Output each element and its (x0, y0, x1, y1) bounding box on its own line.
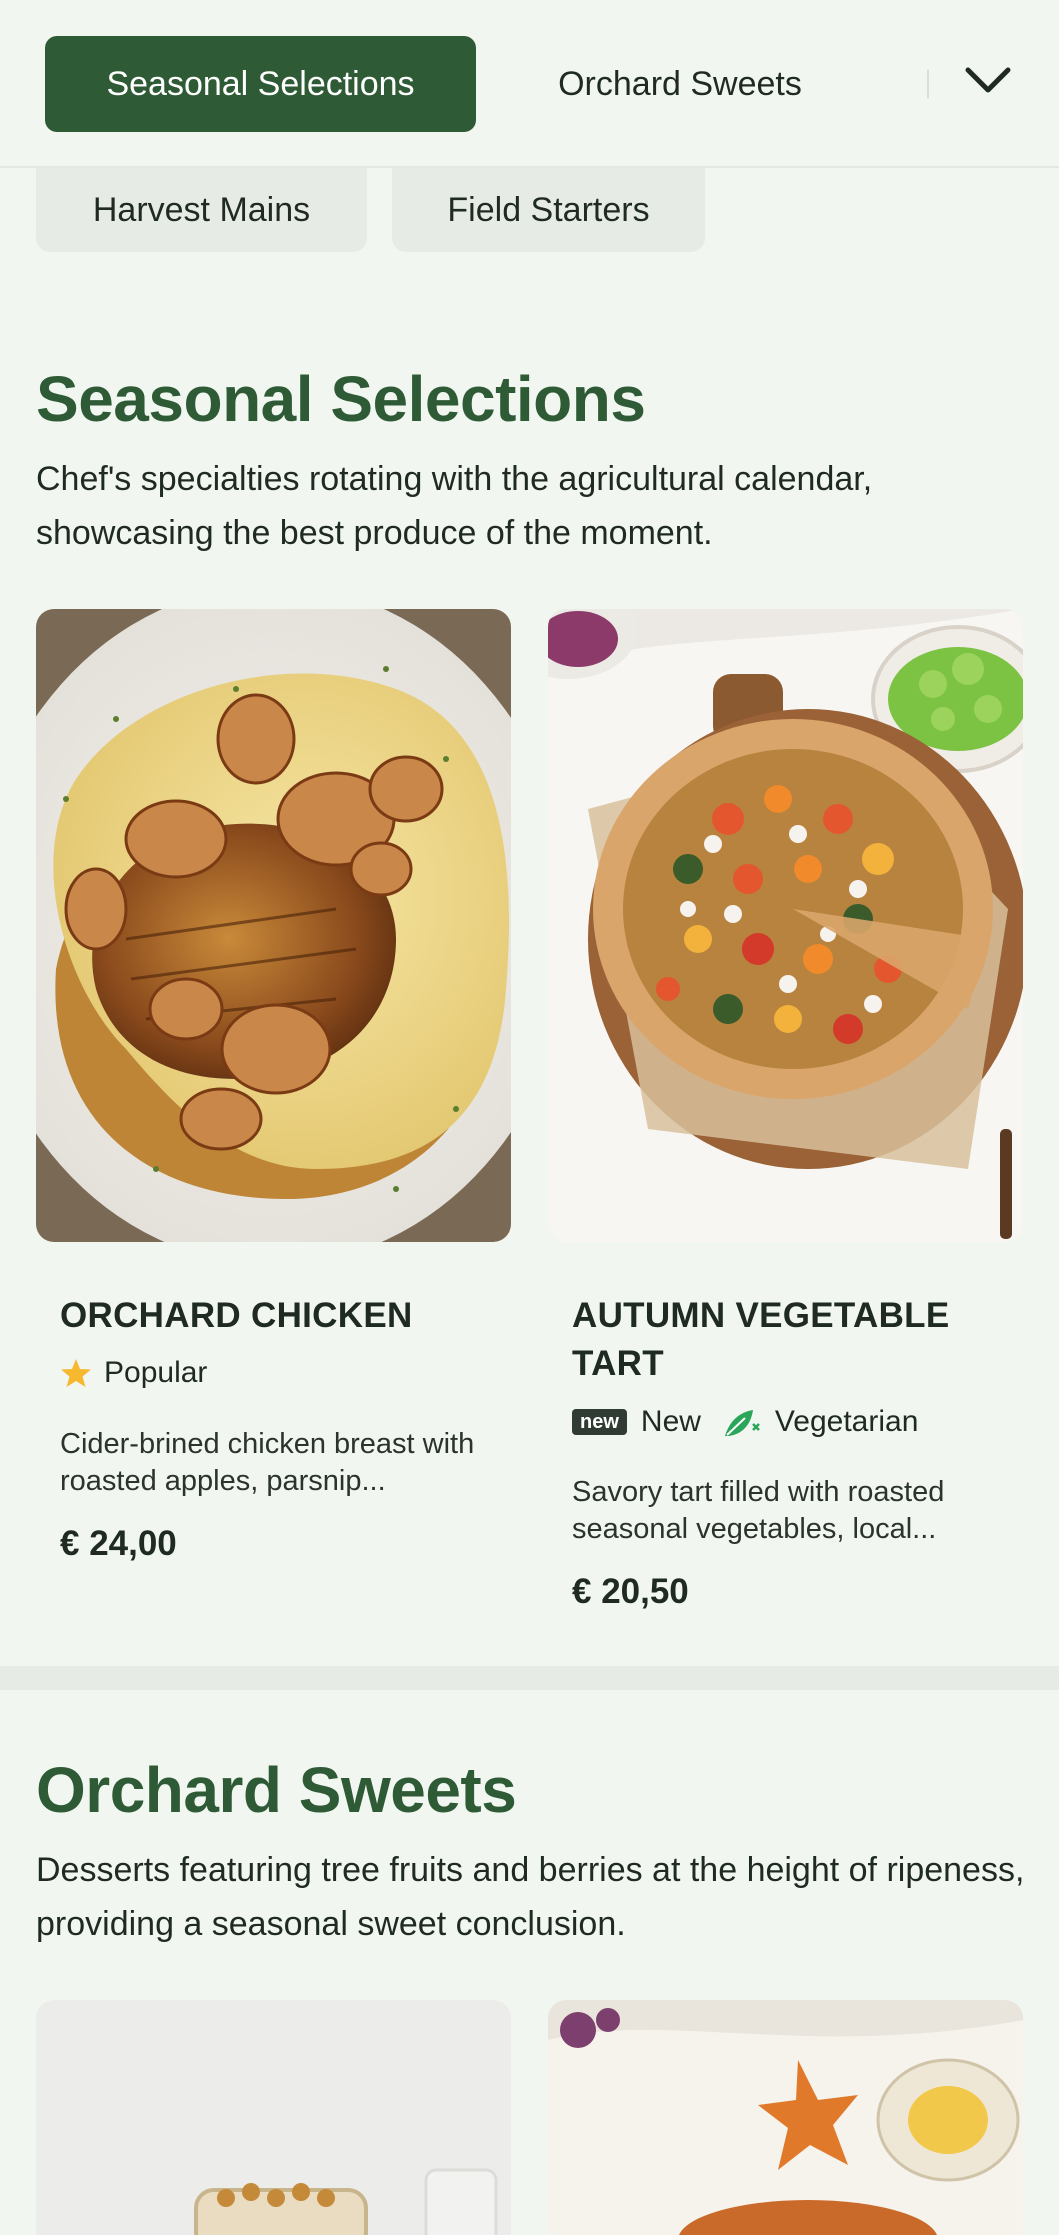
dish-tags: Popular (60, 1356, 227, 1390)
dish-image[interactable] (36, 2000, 511, 2235)
chip-field-starters[interactable]: Field Starters (392, 168, 705, 252)
tag-new: new New (572, 1405, 701, 1439)
star-icon (61, 1359, 91, 1387)
dish-name: ORCHARD CHICKEN (60, 1296, 413, 1335)
menu-page: Seasonal Selections Orchard Sweets Harve… (0, 0, 1059, 2235)
tab-seasonal-selections[interactable]: Seasonal Selections (45, 36, 476, 132)
section-description: Desserts featuring tree fruits and berri… (36, 1851, 1025, 1943)
tab-orchard-sweets[interactable]: Orchard Sweets (505, 36, 855, 132)
dish-price: € 20,50 (572, 1572, 689, 1611)
dish-name: AUTUMN VEGETABLE TART (572, 1296, 950, 1383)
dish-description: Savory tart filled with roasted seasonal… (572, 1476, 945, 1545)
dish-tags: new New Vegetarian (572, 1404, 938, 1440)
tag-label: New (640, 1405, 701, 1438)
nav-divider (927, 70, 929, 98)
dish-image[interactable] (548, 2000, 1023, 2235)
section-title: Seasonal Selections (36, 363, 646, 435)
dish-image-autumn-vegetable-tart[interactable] (548, 609, 1023, 1242)
new-badge: new (572, 1409, 627, 1435)
dish-image-orchard-chicken[interactable] (36, 609, 511, 1242)
tag-vegetarian: Vegetarian (721, 1404, 918, 1440)
dish-price: € 24,00 (60, 1524, 177, 1563)
category-nav: Seasonal Selections Orchard Sweets (0, 0, 1059, 168)
chip-harvest-mains[interactable]: Harvest Mains (36, 168, 367, 252)
section-description: Chef's specialties rotating with the agr… (36, 460, 873, 552)
section-divider (0, 1666, 1059, 1690)
tag-popular: Popular (60, 1356, 207, 1390)
vegetarian-leaf-icon (724, 1410, 760, 1436)
tag-label: Popular (104, 1356, 208, 1389)
chevron-down-icon[interactable] (962, 60, 1014, 100)
section-title: Orchard Sweets (36, 1754, 517, 1826)
tag-label: Vegetarian (774, 1405, 919, 1438)
dish-description: Cider-brined chicken breast with roasted… (60, 1428, 475, 1497)
